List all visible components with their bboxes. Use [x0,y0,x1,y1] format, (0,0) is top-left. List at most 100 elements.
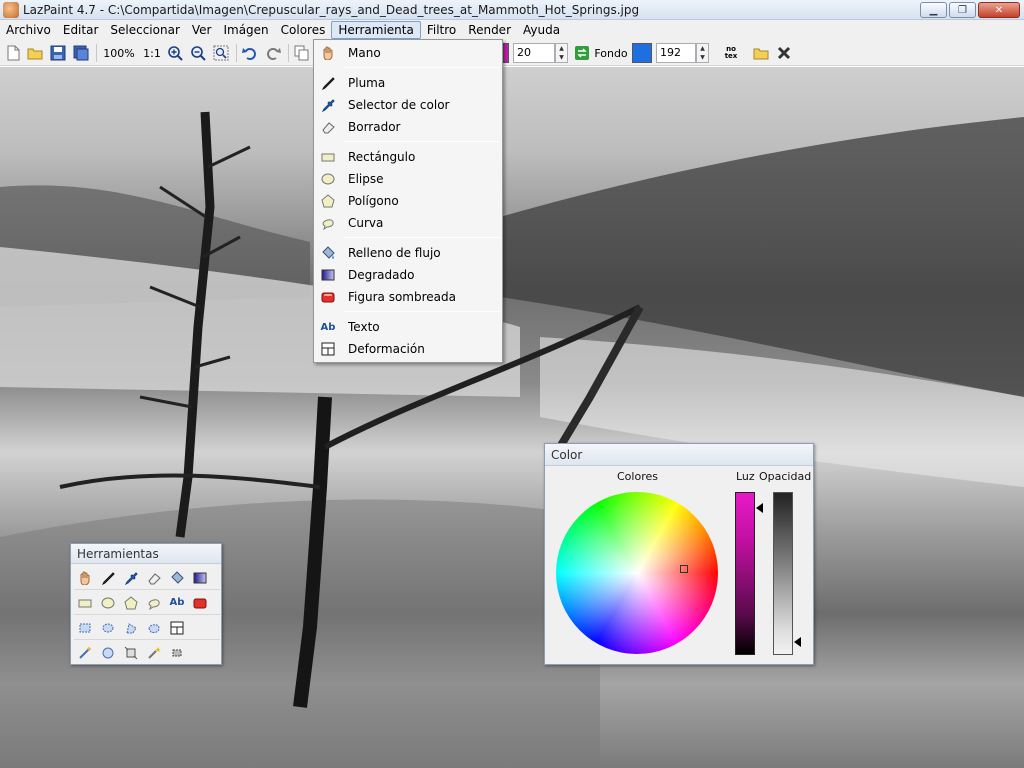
menu-editar[interactable]: Editar [57,21,105,39]
menu-item-label: Figura sombreada [348,290,456,304]
fondo-color-swatch[interactable] [632,43,652,63]
zoom-level[interactable]: 100% [101,43,137,63]
menu-seleccionar[interactable]: Seleccionar [104,21,185,39]
pen-width-field[interactable]: 20 [513,43,555,63]
opacidad-label: Opacidad [759,470,812,483]
select-curve-icon[interactable] [143,617,165,639]
menu-ver[interactable]: Ver [186,21,218,39]
color-wheel[interactable] [556,492,718,654]
tools-row [74,641,220,665]
shaded-shape-icon[interactable] [189,592,211,614]
select-wand-star-icon[interactable] [143,642,165,664]
fondo-alpha-spinner[interactable]: ▲ ▼ [696,43,709,63]
zoom-out-icon[interactable] [188,43,208,63]
texture-folder-icon[interactable] [751,43,771,63]
menu-archivo[interactable]: Archivo [0,21,57,39]
title-bar: LazPaint 4.7 - C:\Compartida\Imagen\Crep… [0,0,1024,20]
menu-render[interactable]: Render [462,21,517,39]
menu-item-label: Degradado [348,268,415,282]
menu-item-curva[interactable]: Curva [315,212,501,234]
menu-item-texto[interactable]: Ab Texto [315,316,501,338]
menu-bar: Archivo Editar Seleccionar Ver Imágen Co… [0,20,1024,40]
menu-filtro[interactable]: Filtro [421,21,462,39]
opacidad-slider[interactable] [773,492,793,655]
menu-item-rectangulo[interactable]: Rectángulo [315,146,501,168]
save-icon[interactable] [48,43,68,63]
zoom-one-to-one[interactable]: 1:1 [141,43,163,63]
menu-separator [344,311,500,312]
tools-panel-title[interactable]: Herramientas [71,544,221,564]
select-rectangle-icon[interactable] [74,617,96,639]
select-transform-icon[interactable] [120,642,142,664]
color-wheel-marker[interactable] [680,565,688,573]
minimize-button[interactable]: ▁ [920,2,947,18]
clear-texture-icon[interactable] [774,43,794,63]
luz-label: Luz [736,470,755,483]
close-button[interactable]: ✕ [978,2,1020,18]
menu-herramienta[interactable]: Herramienta [331,21,421,39]
hand-icon[interactable] [74,567,96,589]
shaded-shape-icon [320,289,336,305]
color-picker-icon [320,97,336,113]
menu-item-label: Texto [348,320,380,334]
rectangle-icon[interactable] [74,592,96,614]
menu-item-elipse[interactable]: Elipse [315,168,501,190]
magic-wand-icon[interactable] [74,642,96,664]
pen-icon[interactable] [97,567,119,589]
lazpaint-app-icon [3,1,19,18]
colores-label: Colores [617,470,658,483]
pen-color-swatch[interactable] [503,43,509,63]
menu-item-deformacion[interactable]: Deformación [315,338,501,360]
menu-item-figura-sombreada[interactable]: Figura sombreada [315,286,501,308]
select-ellipse-icon[interactable] [97,617,119,639]
undo-icon[interactable] [240,43,260,63]
swap-colors-icon[interactable] [572,43,592,63]
menu-item-borrador[interactable]: Borrador [315,116,501,138]
menu-item-selector-de-color[interactable]: Selector de color [315,94,501,116]
menu-item-label: Elipse [348,172,384,186]
new-file-icon[interactable] [3,43,23,63]
fondo-alpha-field[interactable]: 192 [656,43,696,63]
open-folder-icon[interactable] [25,43,45,63]
pen-width-spinner[interactable]: ▲ ▼ [555,43,568,63]
luz-slider-marker[interactable] [756,503,763,514]
luz-slider[interactable] [735,492,755,655]
menu-item-degradado[interactable]: Degradado [315,264,501,286]
flood-fill-icon[interactable] [166,567,188,589]
text-icon[interactable]: Ab [166,592,188,614]
menu-item-label: Deformación [348,342,425,356]
select-polygon-icon[interactable] [120,617,142,639]
redo-icon[interactable] [263,43,283,63]
menu-item-mano[interactable]: Mano [315,42,501,64]
copy-icon[interactable] [292,43,312,63]
zoom-in-icon[interactable] [165,43,185,63]
menu-item-relleno-de-flujo[interactable]: Relleno de flujo [315,242,501,264]
curve-icon[interactable] [143,592,165,614]
no-texture-button[interactable]: no tex [720,43,742,63]
color-panel-title[interactable]: Color [545,444,813,466]
menu-item-poligono[interactable]: Polígono [315,190,501,212]
ellipse-icon [320,171,336,187]
menu-separator [344,237,500,238]
select-pen-icon[interactable] [97,642,119,664]
menu-separator [344,141,500,142]
deformation-icon[interactable] [166,617,188,639]
ellipse-icon[interactable] [97,592,119,614]
menu-ayuda[interactable]: Ayuda [517,21,566,39]
maximize-button[interactable]: ❐ [949,2,976,18]
color-picker-icon[interactable] [120,567,142,589]
zoom-fit-icon[interactable] [211,43,231,63]
text-icon: Ab [320,321,336,333]
eraser-icon[interactable] [143,567,165,589]
menu-item-label: Selector de color [348,98,450,112]
opacidad-slider-marker[interactable] [794,636,801,647]
save-as-icon[interactable] [71,43,91,63]
menu-colores[interactable]: Colores [275,21,332,39]
polygon-icon[interactable] [120,592,142,614]
gradient-icon[interactable] [189,567,211,589]
tools-row [74,566,220,590]
flood-fill-icon [320,245,336,261]
menu-imagen[interactable]: Imágen [217,21,274,39]
select-move-icon[interactable] [166,642,188,664]
menu-item-pluma[interactable]: Pluma [315,72,501,94]
